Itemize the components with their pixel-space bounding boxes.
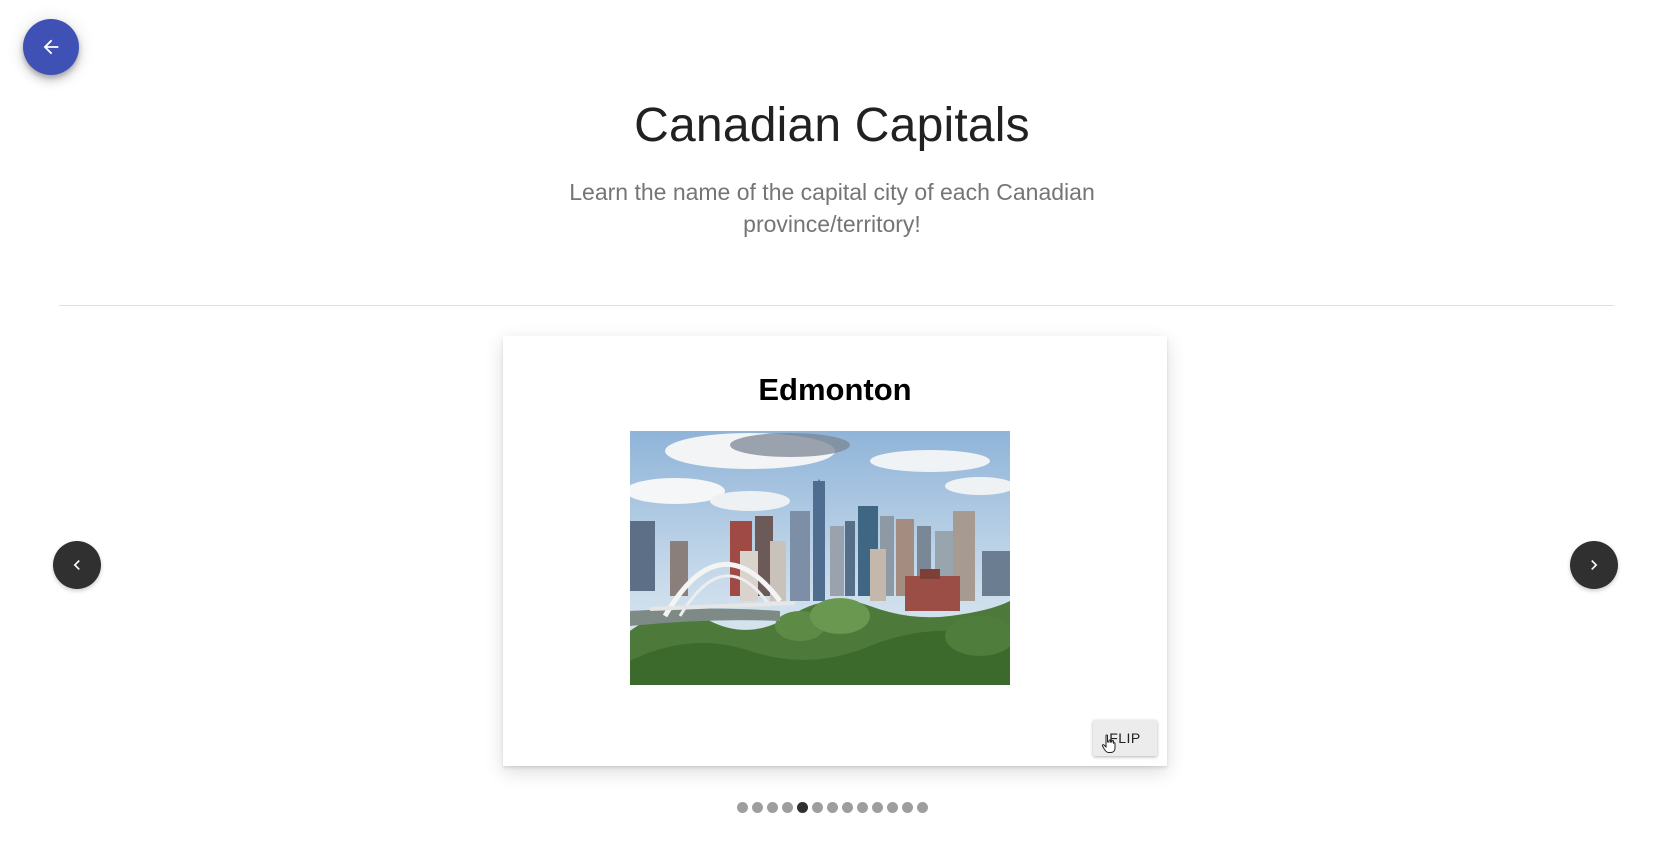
flashcard-page: Canadian Capitals Learn the name of the … [0, 0, 1664, 865]
chevron-right-icon [1591, 560, 1598, 570]
city-image [630, 431, 1010, 685]
pagination-dot[interactable] [811, 802, 823, 813]
divider [59, 305, 1614, 306]
pagination-dot[interactable] [796, 802, 808, 813]
chevron-left-icon [73, 560, 80, 570]
pagination-dot[interactable] [871, 802, 883, 813]
pagination-dot[interactable] [736, 802, 748, 813]
pagination-dots [0, 802, 1664, 813]
pagination-dot[interactable] [781, 802, 793, 813]
pagination-dot[interactable] [886, 802, 898, 813]
pagination-dot[interactable] [856, 802, 868, 813]
arrow-left-icon [43, 39, 59, 55]
back-button[interactable] [23, 19, 79, 75]
flashcard[interactable]: Edmonton FLIP [503, 336, 1167, 766]
pagination-dot[interactable] [751, 802, 763, 813]
page-subtitle: Learn the name of the capital city of ea… [569, 179, 1095, 237]
page-title: Canadian Capitals [634, 99, 1030, 152]
next-card-button[interactable] [1570, 541, 1618, 589]
pagination-dot[interactable] [841, 802, 853, 813]
pagination-dot[interactable] [916, 802, 928, 813]
page-header: Canadian Capitals Learn the name of the … [0, 96, 1664, 240]
previous-card-button[interactable] [53, 541, 101, 589]
pagination-dot[interactable] [766, 802, 778, 813]
pagination-dot[interactable] [901, 802, 913, 813]
card-title: Edmonton [758, 372, 912, 407]
pagination-dot[interactable] [826, 802, 838, 813]
hand-pointer-icon [1101, 734, 1116, 753]
